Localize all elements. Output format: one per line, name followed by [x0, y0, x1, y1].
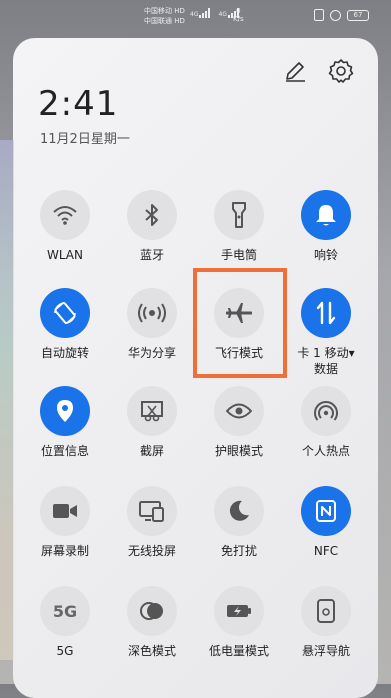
- tile-do-not-disturb[interactable]: 免打扰: [194, 486, 284, 576]
- carrier-1: 中国移动: [144, 7, 172, 15]
- tile-label: 无线投屏: [127, 544, 176, 558]
- nfc-icon: [301, 486, 351, 536]
- tile-label-line1: 卡 1 移动▾: [297, 346, 355, 360]
- tile-screen-record[interactable]: 屏幕录制: [20, 486, 110, 576]
- gear-icon: [328, 59, 354, 83]
- carrier-2: 中国联通: [144, 17, 172, 25]
- battery-level: 67: [353, 10, 363, 19]
- tile-label: 截屏: [139, 444, 164, 458]
- eye-icon: [214, 386, 264, 436]
- tile-label: 自动旋转: [40, 346, 89, 360]
- wireless-projection-icon: [127, 486, 177, 536]
- floating-nav-icon: [301, 586, 351, 636]
- clock-time: 2:41: [38, 84, 119, 124]
- clock-date: 11月2日星期一: [40, 132, 130, 147]
- status-icons: 67: [314, 9, 369, 21]
- tile-5g[interactable]: 5G 5G: [20, 586, 110, 676]
- tile-label: NFC: [313, 544, 339, 558]
- tile-wlan[interactable]: WLAN: [20, 190, 110, 280]
- tile-label: 位置信息: [40, 444, 89, 458]
- tile-label: WLAN: [46, 248, 83, 262]
- flashlight-icon: [214, 190, 264, 240]
- battery-icon: 67: [347, 9, 369, 21]
- edit-button[interactable]: [283, 59, 307, 83]
- tile-mobile-data[interactable]: 卡 1 移动▾ 数据: [281, 288, 371, 378]
- share-icon: [127, 288, 177, 338]
- tile-wireless-projection[interactable]: 无线投屏: [107, 486, 197, 576]
- tile-label: 悬浮导航: [301, 644, 350, 658]
- tile-auto-rotate[interactable]: 自动旋转: [20, 288, 110, 378]
- tile-flashlight[interactable]: 手电筒: [194, 190, 284, 280]
- tile-label: 蓝牙: [139, 248, 164, 262]
- net-speed-value: 0: [236, 7, 241, 15]
- signal-1-icon: [199, 8, 211, 18]
- nfc-status-icon: [314, 9, 324, 21]
- dark-mode-icon: [127, 586, 177, 636]
- 5g-icon-text: 5G: [52, 601, 78, 621]
- hotspot-icon: [301, 386, 351, 436]
- location-icon: [40, 386, 90, 436]
- network-type-2: 4G: [218, 11, 227, 18]
- tile-label: 免打扰: [220, 544, 257, 558]
- tile-label: 手电筒: [220, 248, 257, 262]
- tile-battery-saver[interactable]: 低电量模式: [194, 586, 284, 676]
- tile-location[interactable]: 位置信息: [20, 386, 110, 476]
- net-speed-unit: K/s: [233, 15, 244, 23]
- tile-label: 5G: [56, 644, 74, 658]
- signal-group: 4G 4G: [190, 8, 239, 18]
- bluetooth-icon: [127, 190, 177, 240]
- 5g-icon: 5G: [40, 586, 90, 636]
- tile-screenshot[interactable]: 截屏: [107, 386, 197, 476]
- settings-button[interactable]: [328, 58, 354, 84]
- screen-record-icon: [40, 486, 90, 536]
- bell-icon: [301, 190, 351, 240]
- tile-label: 响铃: [313, 248, 338, 262]
- tile-bluetooth[interactable]: 蓝牙: [107, 190, 197, 280]
- rotate-icon: [40, 288, 90, 338]
- pencil-icon: [286, 62, 305, 82]
- screenshot-icon: [127, 386, 177, 436]
- status-bar: 中国移动 HD 中国联通 HD 4G 4G 0 K/s 67: [0, 0, 391, 34]
- tile-label: 屏幕录制: [40, 544, 89, 558]
- mobile-data-icon: [301, 288, 351, 338]
- carrier-2-hd: HD: [174, 17, 185, 25]
- battery-saver-icon: [214, 586, 264, 636]
- edge-glow: [0, 140, 14, 660]
- network-type-1: 4G: [190, 11, 199, 18]
- tile-floating-nav[interactable]: 悬浮导航: [281, 586, 371, 676]
- tile-hotspot[interactable]: 个人热点: [281, 386, 371, 476]
- tile-label: 低电量模式: [208, 644, 269, 658]
- tile-huawei-share[interactable]: 华为分享: [107, 288, 197, 378]
- highlight-box: [193, 268, 287, 378]
- tile-label: 卡 1 移动▾ 数据: [281, 345, 371, 377]
- tile-ring[interactable]: 响铃: [281, 190, 371, 280]
- tile-nfc[interactable]: NFC: [281, 486, 371, 576]
- alarm-status-icon: [330, 9, 341, 21]
- moon-icon: [214, 486, 264, 536]
- net-speed: 0 K/s: [233, 7, 244, 23]
- tile-label: 深色模式: [127, 644, 176, 658]
- tile-label: 个人热点: [301, 444, 350, 458]
- carrier-1-hd: HD: [174, 7, 185, 15]
- tile-dark-mode[interactable]: 深色模式: [107, 586, 197, 676]
- tile-label: 护眼模式: [214, 444, 263, 458]
- tile-label: 华为分享: [127, 346, 176, 360]
- tile-eye-comfort[interactable]: 护眼模式: [194, 386, 284, 476]
- wifi-icon: [40, 190, 90, 240]
- carrier-info: 中国移动 HD 中国联通 HD: [144, 6, 185, 26]
- tile-label-line2: 数据: [313, 362, 338, 376]
